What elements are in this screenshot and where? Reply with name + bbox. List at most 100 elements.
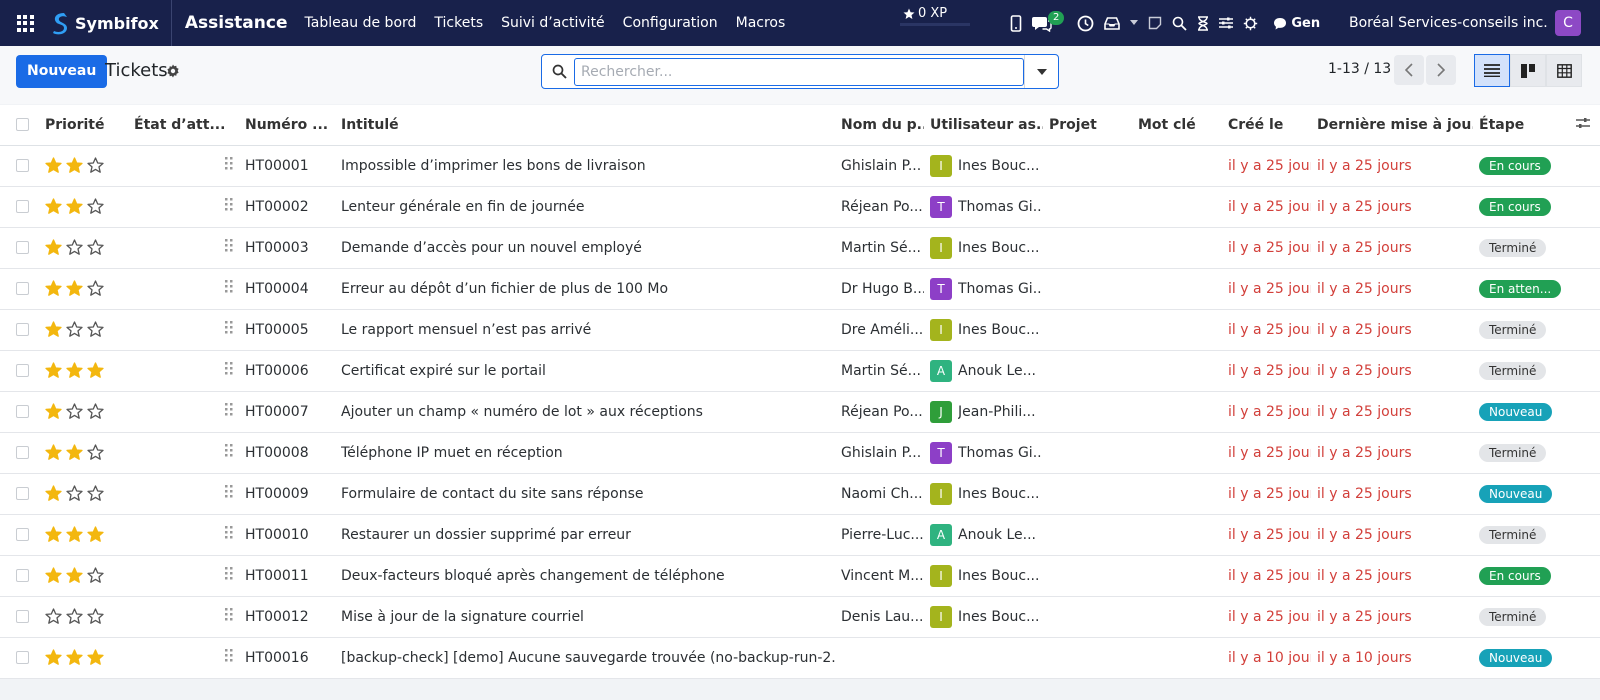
menu-item[interactable]: Tableau de bord	[305, 15, 417, 31]
phone-icon[interactable]	[1010, 14, 1022, 32]
priority-stars[interactable]	[45, 444, 128, 461]
row-checkbox[interactable]	[16, 487, 29, 500]
chat-icon[interactable]: 2	[1032, 11, 1065, 32]
row-select-cell[interactable]	[0, 268, 39, 310]
assigned-user[interactable]: I Ines Bouc...	[930, 482, 1043, 505]
star-filled-icon[interactable]	[45, 198, 62, 215]
priority-stars[interactable]	[45, 649, 128, 666]
priority-cell[interactable]	[39, 514, 128, 556]
row-select-cell[interactable]	[0, 432, 39, 474]
row-checkbox[interactable]	[16, 569, 29, 582]
assigned-user[interactable]: I Ines Bouc...	[930, 605, 1043, 628]
company-switcher[interactable]: Boréal Services-conseils inc.	[1349, 0, 1548, 46]
priority-cell[interactable]	[39, 637, 128, 679]
drag-handle-icon[interactable]	[225, 567, 233, 584]
column-header[interactable]: Nom du p...	[835, 105, 924, 146]
pager-value[interactable]: 1-13 / 13	[1328, 61, 1391, 77]
priority-cell[interactable]	[39, 391, 128, 433]
star-empty-icon[interactable]	[45, 608, 62, 625]
star-empty-icon[interactable]	[87, 567, 104, 584]
drag-handle-icon[interactable]	[225, 403, 233, 420]
menu-item[interactable]: Suivi d’activité	[501, 15, 605, 31]
assigned-user[interactable]: A Anouk Le...	[930, 359, 1043, 382]
row-select-cell[interactable]	[0, 145, 39, 187]
drag-handle-icon[interactable]	[225, 649, 233, 666]
column-header[interactable]: Étape	[1473, 105, 1570, 146]
table-row[interactable]: HT00011 Deux-facteurs bloqué après change…	[0, 555, 1600, 597]
bug-icon[interactable]	[1243, 16, 1258, 31]
row-checkbox[interactable]	[16, 405, 29, 418]
pager-previous-button[interactable]	[1394, 55, 1424, 85]
column-header[interactable]: Créé le	[1222, 105, 1311, 146]
star-filled-icon[interactable]	[66, 198, 83, 215]
star-empty-icon[interactable]	[87, 321, 104, 338]
assigned-user[interactable]: I Ines Bouc...	[930, 154, 1043, 177]
star-filled-icon[interactable]	[66, 444, 83, 461]
star-filled-icon[interactable]	[45, 444, 62, 461]
page-title[interactable]: Tickets	[105, 60, 168, 81]
app-menu-button[interactable]	[0, 14, 50, 32]
priority-stars[interactable]	[45, 239, 128, 256]
inbox-icon[interactable]	[1104, 16, 1121, 30]
row-checkbox[interactable]	[16, 282, 29, 295]
column-header[interactable]: Dernière mise à jou...	[1311, 105, 1473, 146]
priority-cell[interactable]	[39, 268, 128, 310]
star-filled-icon[interactable]	[45, 649, 62, 666]
kanban-view-button[interactable]	[1510, 54, 1546, 87]
column-header[interactable]: Intitulé	[335, 105, 835, 146]
star-filled-icon[interactable]	[87, 362, 104, 379]
row-select-cell[interactable]	[0, 596, 39, 638]
xp-indicator[interactable]: 0 XP	[903, 6, 947, 21]
row-select-cell[interactable]	[0, 637, 39, 679]
priority-cell[interactable]	[39, 473, 128, 515]
star-empty-icon[interactable]	[87, 403, 104, 420]
star-empty-icon[interactable]	[87, 239, 104, 256]
row-select-cell[interactable]	[0, 555, 39, 597]
table-row[interactable]: HT00001 Impossible d’imprimer les bons de…	[0, 145, 1600, 187]
table-row[interactable]: HT00006 Certificat expiré sur le portail M…	[0, 350, 1600, 392]
star-empty-icon[interactable]	[66, 321, 83, 338]
priority-stars[interactable]	[45, 321, 128, 338]
brand[interactable]: Symbifox	[50, 0, 172, 46]
priority-stars[interactable]	[45, 608, 128, 625]
priority-stars[interactable]	[45, 198, 128, 215]
priority-cell[interactable]	[39, 432, 128, 474]
priority-stars[interactable]	[45, 362, 128, 379]
star-filled-icon[interactable]	[45, 239, 62, 256]
column-header[interactable]: État d’att...	[128, 105, 245, 146]
priority-cell[interactable]	[39, 227, 128, 269]
search-options-toggle[interactable]	[1024, 55, 1058, 88]
user-avatar[interactable]: C	[1555, 10, 1581, 36]
clock-icon[interactable]	[1077, 15, 1094, 32]
drag-handle-icon[interactable]	[225, 608, 233, 625]
table-row[interactable]: HT00008 Téléphone IP muet en réception Ghi…	[0, 432, 1600, 474]
star-empty-icon[interactable]	[66, 608, 83, 625]
star-filled-icon[interactable]	[45, 362, 62, 379]
table-row[interactable]: HT00005 Le rapport mensuel n’est pas arri…	[0, 309, 1600, 351]
hourglass-icon[interactable]	[1197, 15, 1209, 31]
drag-handle-icon[interactable]	[225, 485, 233, 502]
discuss-user-menu[interactable]: Gen	[1273, 16, 1320, 31]
row-checkbox[interactable]	[16, 651, 29, 664]
row-select-cell[interactable]	[0, 309, 39, 351]
priority-cell[interactable]	[39, 186, 128, 228]
star-filled-icon[interactable]	[87, 526, 104, 543]
star-empty-icon[interactable]	[87, 157, 104, 174]
star-empty-icon[interactable]	[87, 198, 104, 215]
assigned-user[interactable]: I Ines Bouc...	[930, 564, 1043, 587]
note-icon[interactable]	[1148, 16, 1162, 30]
assigned-user[interactable]: T Thomas Gi...	[930, 195, 1043, 218]
assigned-user[interactable]: I Ines Bouc...	[930, 236, 1043, 259]
table-row[interactable]: HT00016 [backup-check] [demo] Aucune sauv…	[0, 637, 1600, 679]
row-checkbox[interactable]	[16, 241, 29, 254]
star-filled-icon[interactable]	[66, 362, 83, 379]
table-row[interactable]: HT00003 Demande d’accès pour un nouvel em…	[0, 227, 1600, 269]
row-select-cell[interactable]	[0, 473, 39, 515]
star-filled-icon[interactable]	[45, 526, 62, 543]
assigned-user[interactable]: I Ines Bouc...	[930, 318, 1043, 341]
search-input[interactable]	[574, 58, 1024, 86]
priority-cell[interactable]	[39, 555, 128, 597]
table-row[interactable]: HT00007 Ajouter un champ « numéro de lot …	[0, 391, 1600, 433]
drag-handle-icon[interactable]	[225, 157, 233, 174]
row-select-cell[interactable]	[0, 350, 39, 392]
